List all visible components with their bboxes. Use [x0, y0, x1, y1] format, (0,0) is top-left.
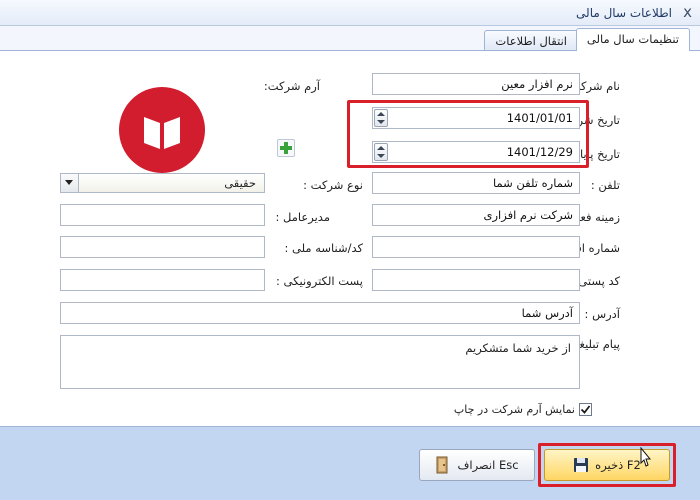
spinner-arrows-icon	[377, 112, 385, 124]
email-input[interactable]	[60, 269, 265, 291]
phone-label: تلفن :	[590, 178, 620, 192]
start-date-spinner[interactable]	[374, 109, 388, 127]
bottom-bar: Esc انصراف F2 ذخیره	[0, 426, 700, 500]
spinner-arrows-icon	[377, 146, 385, 158]
national-id-label: کد/شناسه ملی :	[284, 241, 363, 255]
exit-door-icon	[436, 456, 448, 474]
tab-data-transfer[interactable]: انتقال اطلاعات	[484, 30, 578, 51]
form-panel: نام شرکت : تاریخ شروع : تاریخ پایان : تل…	[0, 50, 700, 426]
national-id-input[interactable]	[60, 236, 265, 258]
activity-input[interactable]: شرکت نرم افزاری	[372, 204, 580, 226]
economic-number-input[interactable]	[372, 236, 580, 258]
start-date-input[interactable]: 1401/01/01	[372, 107, 580, 129]
cancel-button[interactable]: Esc انصراف	[419, 449, 535, 481]
checkmark-icon	[580, 404, 591, 414]
chevron-down-icon[interactable]	[61, 174, 79, 192]
close-icon[interactable]: x	[683, 3, 692, 21]
ceo-input[interactable]	[60, 204, 265, 226]
end-date-input[interactable]: 1401/12/29	[372, 141, 580, 163]
company-type-select[interactable]: حقیقی	[60, 173, 265, 193]
mouse-cursor-icon	[640, 447, 652, 467]
address-label: آدرس :	[584, 307, 620, 321]
cancel-button-label: Esc انصراف	[457, 458, 519, 472]
address-input[interactable]: آدرس شما	[60, 302, 580, 324]
company-type-value: حقیقی	[224, 176, 256, 190]
save-button-label: F2 ذخیره	[595, 458, 641, 472]
show-logo-in-print-checkbox[interactable]	[579, 402, 592, 416]
end-date-spinner[interactable]	[374, 143, 388, 161]
company-type-label: نوع شرکت :	[303, 178, 363, 192]
email-label: پست الکترونیکی :	[276, 274, 363, 288]
tab-fiscal-year-settings[interactable]: تنظیمات سال مالی	[575, 28, 690, 51]
company-logo-label: آرم شرکت:	[263, 79, 320, 93]
title-bar: x اطلاعات سال مالی	[0, 0, 700, 26]
floppy-disk-icon	[574, 458, 589, 472]
company-name-input[interactable]: نرم افزار معین	[372, 73, 580, 95]
book-logo-icon	[119, 87, 205, 173]
show-logo-in-print-label: نمایش آرم شرکت در چاپ	[453, 402, 575, 416]
postal-code-input[interactable]	[372, 269, 580, 291]
window-title: اطلاعات سال مالی	[576, 6, 672, 20]
plus-icon	[280, 142, 292, 154]
phone-input[interactable]: شماره تلفن شما	[372, 172, 580, 194]
ad-message-textarea[interactable]: از خرید شما متشکریم	[60, 335, 580, 389]
ceo-label: مدیرعامل :	[275, 210, 330, 224]
add-logo-button[interactable]	[277, 139, 295, 157]
company-logo-preview[interactable]	[60, 73, 265, 188]
show-logo-in-print-row[interactable]: نمایش آرم شرکت در چاپ	[454, 401, 592, 417]
